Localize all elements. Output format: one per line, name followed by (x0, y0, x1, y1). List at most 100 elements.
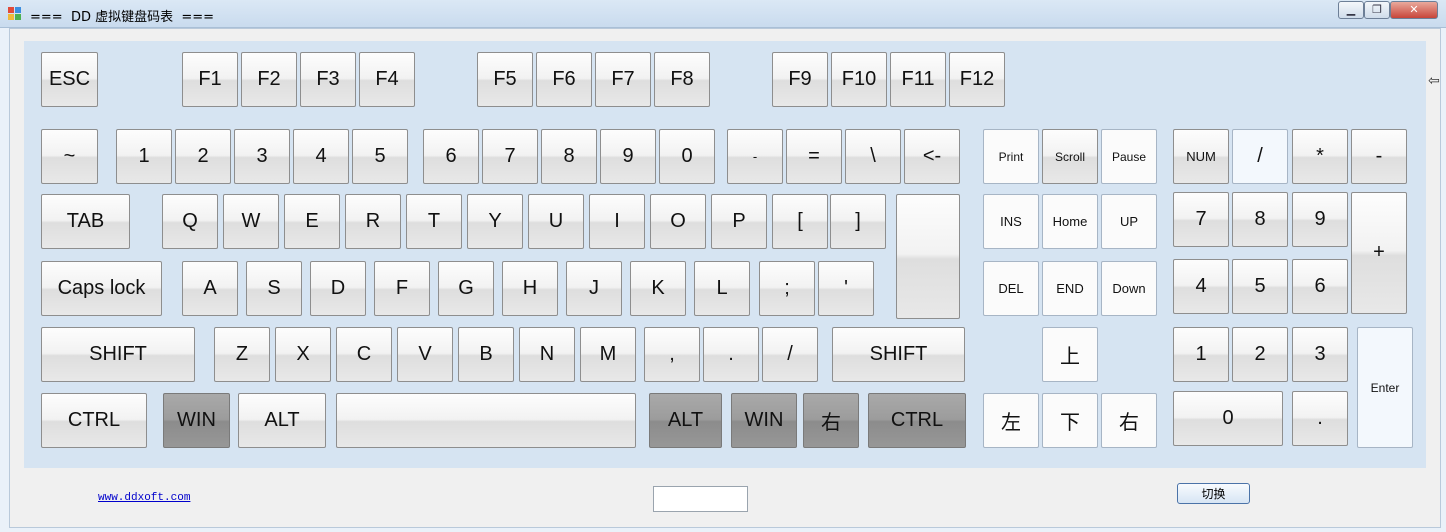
key-comma[interactable]: , (644, 327, 700, 382)
key-right-shift[interactable]: SHIFT (832, 327, 965, 382)
key-insert[interactable]: INS (983, 194, 1039, 249)
key-num-8[interactable]: 8 (1232, 192, 1288, 247)
key-right-win[interactable]: WIN (731, 393, 797, 448)
key-home[interactable]: Home (1042, 194, 1098, 249)
key-f9[interactable]: F9 (772, 52, 828, 107)
key-g[interactable]: G (438, 261, 494, 316)
key-left-ctrl[interactable]: CTRL (41, 393, 147, 448)
key-n[interactable]: N (519, 327, 575, 382)
key-backspace[interactable]: <- (904, 129, 960, 184)
key-tab[interactable]: TAB (41, 194, 130, 249)
key-f1[interactable]: F1 (182, 52, 238, 107)
key-j[interactable]: J (566, 261, 622, 316)
key-period[interactable]: . (703, 327, 759, 382)
key-left-alt[interactable]: ALT (238, 393, 326, 448)
key-f[interactable]: F (374, 261, 430, 316)
key-num-4[interactable]: 4 (1173, 259, 1229, 314)
key-arrow-right[interactable]: 右 (1101, 393, 1157, 448)
key-x[interactable]: X (275, 327, 331, 382)
key-num-9[interactable]: 9 (1292, 192, 1348, 247)
key-9[interactable]: 9 (600, 129, 656, 184)
key-num-1[interactable]: 1 (1173, 327, 1229, 382)
key-enter[interactable] (896, 194, 960, 319)
minimize-icon[interactable]: ▁ (1338, 1, 1364, 19)
key-minus[interactable]: - (727, 129, 783, 184)
key-a[interactable]: A (182, 261, 238, 316)
key-f8[interactable]: F8 (654, 52, 710, 107)
key-f3[interactable]: F3 (300, 52, 356, 107)
key-esc[interactable]: ESC (41, 52, 98, 107)
key-pause[interactable]: Pause (1101, 129, 1157, 184)
key-num-6[interactable]: 6 (1292, 259, 1348, 314)
key-scroll[interactable]: Scroll (1042, 129, 1098, 184)
key-page-up[interactable]: UP (1101, 194, 1157, 249)
key-f7[interactable]: F7 (595, 52, 651, 107)
key-page-down[interactable]: Down (1101, 261, 1157, 316)
key-t[interactable]: T (406, 194, 462, 249)
key-v[interactable]: V (397, 327, 453, 382)
key-f12[interactable]: F12 (949, 52, 1005, 107)
key-u[interactable]: U (528, 194, 584, 249)
key-right-ctrl[interactable]: CTRL (868, 393, 966, 448)
key-y[interactable]: Y (467, 194, 523, 249)
key-6[interactable]: 6 (423, 129, 479, 184)
key-m[interactable]: M (580, 327, 636, 382)
key-r[interactable]: R (345, 194, 401, 249)
key-h[interactable]: H (502, 261, 558, 316)
key-num-multiply[interactable]: * (1292, 129, 1348, 184)
key-b[interactable]: B (458, 327, 514, 382)
key-w[interactable]: W (223, 194, 279, 249)
key-num-2[interactable]: 2 (1232, 327, 1288, 382)
key-right-alt[interactable]: ALT (649, 393, 722, 448)
key-quote[interactable]: ' (818, 261, 874, 316)
key-k[interactable]: K (630, 261, 686, 316)
key-c[interactable]: C (336, 327, 392, 382)
key-num-enter[interactable]: Enter (1357, 327, 1413, 448)
key-f10[interactable]: F10 (831, 52, 887, 107)
key-3[interactable]: 3 (234, 129, 290, 184)
key-i[interactable]: I (589, 194, 645, 249)
key-arrow-up[interactable]: 上 (1042, 327, 1098, 382)
website-link[interactable]: www.ddxoft.com (98, 492, 190, 504)
key-end[interactable]: END (1042, 261, 1098, 316)
key-backslash[interactable]: \ (845, 129, 901, 184)
key-left-bracket[interactable]: [ (772, 194, 828, 249)
key-s[interactable]: S (246, 261, 302, 316)
key-f5[interactable]: F5 (477, 52, 533, 107)
key-left-shift[interactable]: SHIFT (41, 327, 195, 382)
key-7[interactable]: 7 (482, 129, 538, 184)
key-arrow-left[interactable]: 左 (983, 393, 1039, 448)
key-f4[interactable]: F4 (359, 52, 415, 107)
key-5[interactable]: 5 (352, 129, 408, 184)
key-num-lock[interactable]: NUM (1173, 129, 1229, 184)
key-right-bracket[interactable]: ] (830, 194, 886, 249)
restore-icon[interactable]: ❐ (1364, 1, 1390, 19)
key-left-win[interactable]: WIN (163, 393, 230, 448)
switch-button[interactable]: 切换 (1177, 483, 1250, 504)
key-f2[interactable]: F2 (241, 52, 297, 107)
key-num-7[interactable]: 7 (1173, 192, 1229, 247)
key-arrow-down[interactable]: 下 (1042, 393, 1098, 448)
key-num-0[interactable]: 0 (1173, 391, 1283, 446)
key-q[interactable]: Q (162, 194, 218, 249)
key-f6[interactable]: F6 (536, 52, 592, 107)
key-8[interactable]: 8 (541, 129, 597, 184)
key-tilde[interactable]: ~ (41, 129, 98, 184)
key-num-decimal[interactable]: . (1292, 391, 1348, 446)
key-l[interactable]: L (694, 261, 750, 316)
key-num-subtract[interactable]: - (1351, 129, 1407, 184)
keycode-display-box[interactable] (653, 486, 748, 512)
key-slash[interactable]: / (762, 327, 818, 382)
key-equals[interactable]: = (786, 129, 842, 184)
key-print[interactable]: Print (983, 129, 1039, 184)
key-num-add[interactable]: + (1351, 192, 1407, 314)
key-p[interactable]: P (711, 194, 767, 249)
key-4[interactable]: 4 (293, 129, 349, 184)
key-delete[interactable]: DEL (983, 261, 1039, 316)
key-num-3[interactable]: 3 (1292, 327, 1348, 382)
key-o[interactable]: O (650, 194, 706, 249)
key-semicolon[interactable]: ; (759, 261, 815, 316)
key-2[interactable]: 2 (175, 129, 231, 184)
key-0[interactable]: 0 (659, 129, 715, 184)
key-e[interactable]: E (284, 194, 340, 249)
